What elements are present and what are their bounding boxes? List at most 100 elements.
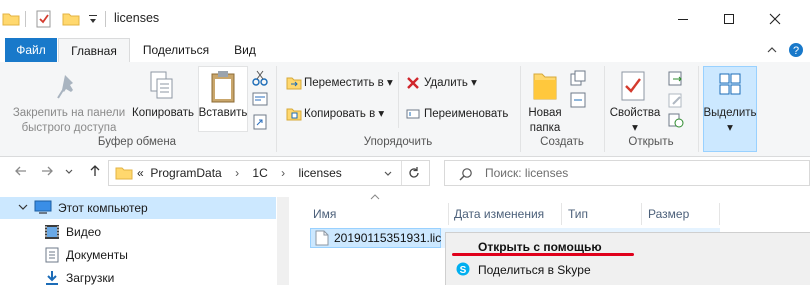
paste-icon — [211, 71, 235, 103]
svg-text:?: ? — [793, 45, 799, 57]
column-type[interactable]: Тип — [568, 203, 588, 225]
copy-icon — [150, 71, 173, 99]
move-to-button[interactable]: Переместить в ▾ — [304, 76, 393, 91]
ribbon-tabs: Файл Главная Поделиться Вид ? — [0, 38, 810, 63]
nav-videos[interactable]: Видео — [66, 221, 101, 243]
recent-locations-button[interactable] — [64, 166, 74, 180]
up-arrow-icon — [90, 165, 100, 176]
column-size[interactable]: Размер — [648, 203, 689, 225]
new-folder-line2: папка — [529, 122, 561, 134]
breadcrumb: « ProgramData › 1C › licenses — [137, 166, 342, 180]
maximize-icon — [724, 14, 734, 24]
new-item-icon[interactable] — [570, 70, 586, 86]
menu-item-share-skype[interactable]: Поделиться в Skype — [478, 263, 591, 277]
title-bar: licenses — [0, 0, 810, 38]
properties-button[interactable]: Свойства ▾ — [606, 106, 664, 136]
new-folder-icon[interactable] — [62, 10, 80, 28]
ribbon-separator — [276, 66, 277, 152]
tab-home[interactable]: Главная — [58, 38, 130, 63]
nav-documents[interactable]: Документы — [66, 244, 128, 266]
breadcrumb-separator: › — [235, 166, 240, 180]
open-icon[interactable] — [668, 70, 684, 86]
nav-downloads[interactable]: Загрузки — [66, 267, 114, 289]
search-box[interactable]: Поиск: licenses — [444, 160, 810, 186]
folder-icon — [115, 167, 133, 180]
delete-button[interactable]: Удалить ▾ — [424, 76, 477, 91]
address-dropdown-icon[interactable] — [383, 169, 393, 179]
cut-icon[interactable] — [252, 70, 268, 86]
context-menu: Открыть с помощью S Поделиться в Skype — [445, 232, 810, 285]
close-icon — [769, 13, 781, 25]
back-button[interactable] — [14, 164, 28, 182]
easy-access-icon[interactable] — [570, 92, 586, 108]
new-folder-button[interactable]: Новая папка — [522, 106, 568, 136]
history-icon[interactable] — [668, 112, 684, 128]
copy-button[interactable]: Копировать — [130, 106, 196, 121]
forward-button[interactable] — [40, 164, 54, 182]
ribbon-expand-icon[interactable] — [766, 44, 778, 56]
search-icon — [459, 168, 472, 181]
properties-check-icon[interactable] — [35, 10, 53, 28]
tab-share[interactable]: Поделиться — [136, 38, 216, 62]
breadcrumb-overflow[interactable]: « — [137, 166, 144, 180]
column-separator — [561, 203, 562, 225]
column-name[interactable]: Имя — [313, 203, 336, 225]
paste-label: Вставить — [198, 107, 248, 119]
properties-label: Свойства — [609, 107, 661, 119]
maximize-button[interactable] — [706, 0, 752, 38]
open-group-label: Открыть — [628, 136, 674, 148]
minimize-button[interactable] — [660, 0, 706, 38]
menu-item-open-with[interactable]: Открыть с помощью — [478, 240, 602, 254]
expand-chevron-icon[interactable] — [18, 202, 28, 212]
clipboard-group-label: Буфер обмена — [97, 136, 177, 148]
ribbon: Закрепить на панели быстрого доступа Коп… — [0, 62, 810, 157]
title-separator — [105, 11, 106, 27]
edit-icon[interactable] — [668, 92, 684, 108]
pin-label-line2: быстрого доступа — [21, 122, 117, 134]
paste-shortcut-icon[interactable] — [252, 112, 268, 130]
ribbon-separator — [604, 66, 605, 152]
pin-quick-access-button[interactable]: Закрепить на панели быстрого доступа — [6, 106, 132, 136]
copy-to-label: Копировать в — [304, 108, 376, 120]
organize-separator — [398, 72, 399, 128]
chevron-down-icon — [65, 169, 73, 174]
crumb-licenses[interactable]: licenses — [298, 166, 341, 180]
tab-view[interactable]: Вид — [224, 38, 266, 62]
red-underline — [452, 253, 634, 256]
copy-path-icon[interactable] — [252, 92, 268, 106]
forward-arrow-icon — [42, 166, 53, 176]
select-label: Выделить ▾ — [703, 107, 757, 134]
crumb-1c[interactable]: 1C — [252, 166, 267, 180]
nav-this-pc[interactable]: Этот компьютер — [58, 197, 148, 219]
refresh-icon[interactable] — [407, 166, 421, 180]
search-placeholder: Поиск: licenses — [485, 166, 569, 180]
file-icon — [315, 230, 329, 246]
help-icon[interactable]: ? — [788, 42, 804, 58]
skype-icon: S — [456, 262, 470, 276]
pin-icon — [57, 75, 73, 99]
breadcrumb-separator: › — [281, 166, 286, 180]
rename-button[interactable]: Переименовать — [424, 107, 508, 122]
tab-file[interactable]: Файл — [5, 38, 57, 62]
copy-to-button[interactable]: Копировать в ▾ — [304, 107, 384, 122]
close-button[interactable] — [752, 0, 798, 38]
delete-icon — [407, 77, 419, 89]
file-name: 20190115351931.lic — [334, 231, 442, 245]
this-pc-icon — [34, 200, 52, 214]
column-separator — [641, 203, 642, 225]
documents-icon — [45, 247, 59, 263]
qa-separator — [25, 11, 26, 27]
crumb-programdata[interactable]: ProgramData — [150, 166, 221, 180]
address-bar[interactable]: « ProgramData › 1C › licenses — [108, 160, 430, 186]
video-icon — [45, 225, 59, 239]
folder-icon — [2, 13, 20, 26]
copy-to-icon — [286, 108, 302, 121]
nav-scrollbar[interactable] — [277, 197, 289, 285]
organize-group-label: Упорядочить — [363, 136, 433, 148]
select-label-text: Выделить — [703, 107, 757, 119]
create-group-label: Создать — [540, 136, 584, 148]
qa-customize-icon[interactable] — [88, 13, 98, 25]
up-button[interactable] — [88, 164, 102, 181]
move-to-icon — [286, 77, 302, 90]
column-date-modified[interactable]: Дата изменения — [454, 203, 544, 225]
